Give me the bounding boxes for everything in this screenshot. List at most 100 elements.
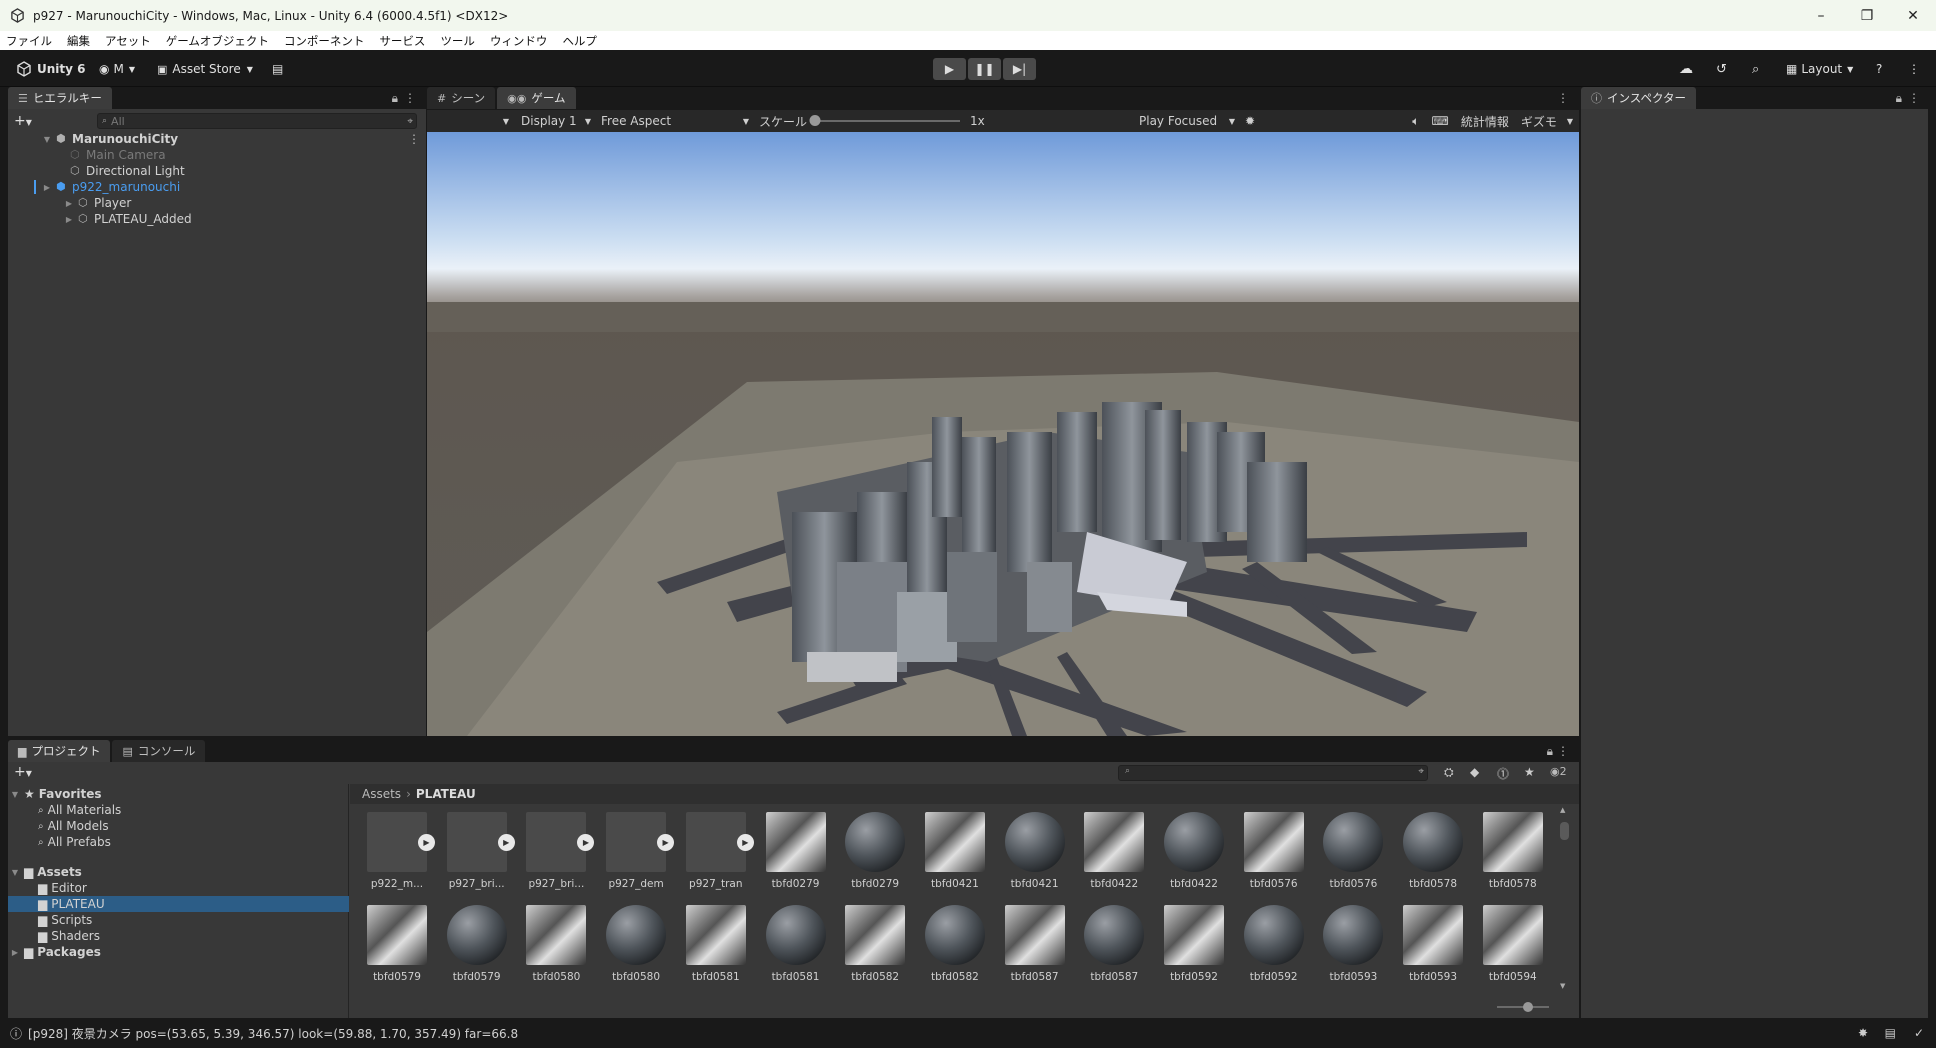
asset-item[interactable]: tbfd0593 <box>1396 905 1470 983</box>
asset-item[interactable]: tbfd0579 <box>360 905 434 983</box>
filter-type-icon[interactable]: ⛭ <box>1444 765 1454 780</box>
close-button[interactable]: ✕ <box>1890 0 1936 31</box>
pause-button[interactable]: ❚❚ <box>968 58 1001 80</box>
thumbnail-size-slider[interactable] <box>1497 1002 1549 1012</box>
minimize-button[interactable]: – <box>1798 0 1844 31</box>
asset-item[interactable]: tbfd0580 <box>519 905 593 983</box>
warning-icon[interactable]: ⓵ <box>1497 765 1509 782</box>
lock-icon[interactable]: 🔒︎ <box>392 91 398 106</box>
asset-item[interactable]: tbfd0279 <box>759 812 833 890</box>
lock-icon[interactable]: 🔒︎ <box>1547 744 1553 759</box>
expand-triangle-icon[interactable]: ▶ <box>64 215 74 224</box>
folder-scripts[interactable]: ▆ Scripts <box>38 912 92 928</box>
check-icon[interactable]: ✓ <box>1914 1026 1924 1040</box>
aspect-dropdown[interactable]: Free Aspect ▼ <box>595 111 753 131</box>
asset-item[interactable]: tbfd0422 <box>1157 812 1231 890</box>
display-dropdown[interactable]: Display 1 ▼ <box>515 111 595 131</box>
expand-triangle-icon[interactable]: ▶ <box>64 199 74 208</box>
asset-item[interactable]: tbfd0594 <box>1476 905 1550 983</box>
scroll-up-icon[interactable]: ▲ <box>1560 806 1565 814</box>
asset-item[interactable]: ▶ p927_dem <box>599 812 675 890</box>
asset-item[interactable]: tbfd0587 <box>1077 905 1151 983</box>
kebab-menu-icon[interactable]: ⋮ <box>408 132 420 146</box>
asset-item[interactable]: tbfd0593 <box>1316 905 1390 983</box>
history-button[interactable]: ↺ <box>1716 59 1727 79</box>
help-button[interactable]: ? <box>1876 59 1882 79</box>
folder-shaders[interactable]: ▆ Shaders <box>38 928 100 944</box>
asset-item[interactable]: tbfd0422 <box>1077 812 1151 890</box>
scene-row[interactable]: ▼ ⬢ MarunouchiCity ⋮ <box>42 131 426 147</box>
scale-slider-handle[interactable] <box>809 115 821 126</box>
asset-item[interactable]: tbfd0421 <box>998 812 1072 890</box>
assets-root[interactable]: ▼ ▆ Assets <box>10 864 82 880</box>
hierarchy-search-field[interactable]: ⌕ All ⌖ <box>97 113 417 129</box>
tab-hierarchy[interactable]: ☰ ヒエラルキー <box>8 87 112 109</box>
search-button[interactable]: ⌕ <box>1752 59 1759 79</box>
tab-inspector[interactable]: ⓘ インスペクター <box>1581 87 1697 109</box>
hierarchy-item-p922-marunouchi[interactable]: ▶ ⬢ p922_marunouchi <box>34 179 180 195</box>
menu-edit[interactable]: 編集 <box>67 33 90 49</box>
expand-asset-icon[interactable]: ▶ <box>418 834 435 851</box>
menu-assets[interactable]: アセット <box>105 33 151 49</box>
tab-game[interactable]: ◉◉ ゲーム <box>497 87 576 109</box>
scale-slider-track[interactable] <box>809 115 961 126</box>
window-titlebar[interactable]: p927 - MarunouchiCity - Windows, Mac, Li… <box>0 0 1936 31</box>
favorite-all-prefabs[interactable]: ⌕ All Prefabs <box>38 834 111 850</box>
tab-scene[interactable]: # シーン <box>427 87 496 109</box>
asset-item[interactable]: tbfd0587 <box>998 905 1072 983</box>
debug-icon[interactable]: ✸ <box>1858 1026 1868 1040</box>
menu-component[interactable]: コンポーネント <box>284 33 365 49</box>
create-asset-button[interactable]: +▼ <box>14 764 32 780</box>
layout-dropdown[interactable]: ▦ Layout ▼ <box>1786 59 1853 79</box>
expand-asset-icon[interactable]: ▶ <box>497 834 515 851</box>
stats-button[interactable]: 統計情報 <box>1455 111 1515 131</box>
expand-asset-icon[interactable]: ▶ <box>577 834 595 851</box>
play-button[interactable]: ▶ <box>933 58 966 80</box>
packages-root[interactable]: ▶ ▆ Packages <box>10 944 101 960</box>
bug-button[interactable]: ✹ <box>1239 111 1263 131</box>
expand-triangle-icon[interactable]: ▶ <box>10 948 20 957</box>
step-button[interactable]: ▶| <box>1003 58 1036 80</box>
expand-asset-icon[interactable]: ▶ <box>657 834 675 851</box>
scrollbar-thumb[interactable] <box>1560 822 1569 840</box>
hierarchy-item-main-camera[interactable]: ⬡ Main Camera <box>66 147 166 163</box>
game-view[interactable] <box>427 132 1579 736</box>
asset-store-dropdown[interactable]: ▣ Asset Store ▼ <box>157 59 253 79</box>
maximize-button[interactable]: ❐ <box>1844 0 1890 31</box>
menu-gameobject[interactable]: ゲームオブジェクト <box>166 33 269 49</box>
toolbar-menu-button[interactable]: ⋮ <box>1908 59 1920 79</box>
expand-triangle-icon[interactable]: ▼ <box>10 790 20 799</box>
unity-account-button[interactable]: Unity 6 <box>16 59 86 79</box>
asset-item[interactable]: ▶ p927_tran <box>679 812 754 890</box>
project-search-field[interactable]: ⌕ ⌖ <box>1118 765 1428 781</box>
mute-audio-button[interactable]: 🔈︎ <box>1406 111 1425 131</box>
hierarchy-item-plateau-added[interactable]: ▶ ⬡ PLATEAU_Added <box>64 211 192 227</box>
asset-item[interactable]: tbfd0582 <box>918 905 992 983</box>
play-mode-dropdown[interactable]: Play Focused ▼ <box>1133 111 1239 131</box>
search-filter-icon[interactable]: ⌖ <box>1418 766 1424 777</box>
asset-item[interactable]: tbfd0578 <box>1396 812 1470 890</box>
asset-item[interactable]: tbfd0582 <box>838 905 912 983</box>
cloud-button[interactable]: ☁ <box>1679 59 1693 79</box>
asset-item[interactable]: tbfd0421 <box>918 812 992 890</box>
hierarchy-item-directional-light[interactable]: ⬡ Directional Light <box>66 163 185 179</box>
kebab-menu-icon[interactable]: ⋮ <box>1908 91 1920 105</box>
asset-item[interactable]: tbfd0579 <box>440 905 514 983</box>
asset-item[interactable]: tbfd0279 <box>838 812 912 890</box>
kebab-menu-icon[interactable]: ⋮ <box>1557 744 1569 758</box>
package-manager-button[interactable]: ▤ <box>272 59 283 79</box>
asset-item[interactable]: tbfd0580 <box>599 905 673 983</box>
shortcuts-button[interactable]: ⌨ <box>1425 111 1454 131</box>
lock-icon[interactable]: 🔒︎ <box>1896 91 1902 106</box>
breadcrumb-plateau[interactable]: PLATEAU <box>416 787 476 801</box>
folder-plateau[interactable]: ▆ PLATEAU <box>8 896 349 912</box>
background-tasks-icon[interactable]: ▤ <box>1885 1026 1896 1040</box>
menu-file[interactable]: ファイル <box>6 33 52 49</box>
gizmos-dropdown[interactable]: ギズモ ▼ <box>1515 111 1579 131</box>
game-mode-dropdown[interactable]: ▼ <box>427 111 515 131</box>
menu-help[interactable]: ヘルプ <box>562 33 597 49</box>
asset-item[interactable]: tbfd0576 <box>1316 812 1390 890</box>
expand-triangle-icon[interactable]: ▶ <box>42 183 52 192</box>
asset-item[interactable]: tbfd0592 <box>1157 905 1231 983</box>
account-dropdown[interactable]: ◉ M ▼ <box>99 59 135 79</box>
